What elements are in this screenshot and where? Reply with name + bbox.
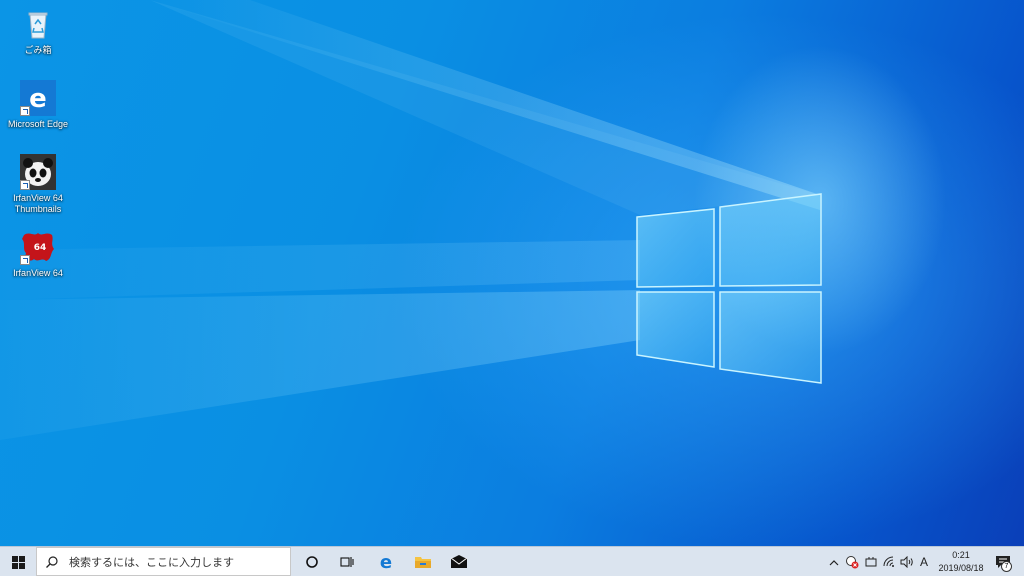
taskbar-file-explorer-button[interactable]	[405, 547, 441, 577]
clock[interactable]: 0:21 2019/08/18	[932, 549, 990, 575]
search-icon	[46, 555, 58, 568]
irfanview-badge-text: 64	[34, 243, 47, 253]
search-box[interactable]: 検索するには、ここに入力します	[36, 547, 291, 576]
action-center-button[interactable]: 7	[990, 547, 1016, 577]
taskbar: 検索するには、ここに入力します e A 0:21 2019/08/18 7	[0, 546, 1024, 576]
taskbar-mail-button[interactable]	[441, 547, 477, 577]
edge-icon: e	[380, 553, 392, 571]
desktop-icon-label: Microsoft Edge	[7, 119, 69, 129]
desktop-icon-label: IrfanView 64	[13, 268, 63, 278]
taskbar-edge-button[interactable]: e	[368, 547, 404, 577]
desktop-icon-label: ごみ箱	[24, 45, 52, 55]
wifi-icon	[883, 556, 894, 567]
security-alert-icon	[846, 556, 859, 569]
tray-network-button[interactable]	[880, 547, 898, 577]
windows-logo-wallpaper	[636, 193, 822, 384]
edge-icon: e	[20, 80, 56, 116]
desktop-background: ごみ箱 e Microsoft Edge IrfanView 64 Thumbn…	[0, 0, 1024, 546]
ime-mode-indicator[interactable]: A	[916, 547, 932, 577]
desktop-icon-microsoft-edge[interactable]: e Microsoft Edge	[2, 80, 74, 130]
cortana-icon	[306, 556, 318, 568]
shortcut-arrow-icon	[20, 255, 30, 265]
windows-start-icon	[11, 555, 25, 569]
irfanview-thumbnails-icon	[20, 154, 56, 190]
clock-time: 0:21	[952, 550, 970, 560]
svg-text:e: e	[380, 553, 392, 571]
show-hidden-icons-button[interactable]	[826, 547, 842, 577]
tray-power-button[interactable]	[862, 547, 880, 577]
irfanview-icon: 64	[20, 229, 56, 265]
search-placeholder: 検索するには、ここに入力します	[69, 556, 234, 569]
tray-volume-button[interactable]	[898, 547, 916, 577]
file-explorer-icon	[415, 557, 431, 568]
power-plug-icon	[865, 557, 877, 567]
tray-security-button[interactable]	[843, 547, 861, 577]
notification-count-badge: 7	[1001, 561, 1012, 572]
chevron-up-icon	[829, 559, 839, 565]
clock-date: 2019/08/18	[938, 563, 984, 573]
task-view-icon	[340, 557, 354, 567]
desktop-icon-label: IrfanView 64 Thumbnails	[13, 193, 63, 214]
recycle-bin-icon	[20, 6, 56, 42]
shortcut-arrow-icon	[20, 106, 30, 116]
svg-text:e: e	[29, 84, 47, 114]
shortcut-arrow-icon	[20, 180, 30, 190]
mail-icon	[450, 555, 468, 568]
desktop-icon-irfanview[interactable]: 64 IrfanView 64	[2, 229, 74, 279]
desktop-icon-recycle-bin[interactable]: ごみ箱	[2, 6, 74, 56]
desktop-icon-irfanview-thumbnails[interactable]: IrfanView 64 Thumbnails	[2, 154, 74, 215]
cortana-button[interactable]	[294, 547, 330, 577]
start-button[interactable]	[0, 547, 36, 577]
volume-icon	[900, 556, 913, 568]
task-view-button[interactable]	[329, 547, 365, 577]
